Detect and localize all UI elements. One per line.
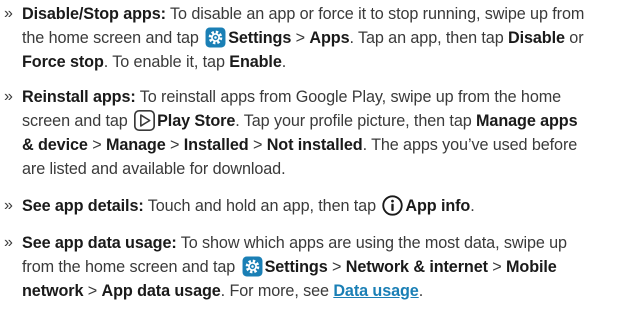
item-text: . Tap an app, then tap bbox=[349, 29, 508, 47]
manage-label: Manage bbox=[105, 136, 166, 154]
settings-gear-icon bbox=[242, 256, 263, 277]
installed-label: Installed bbox=[183, 136, 249, 154]
item-text: . bbox=[470, 197, 475, 215]
bullet: » bbox=[4, 197, 13, 214]
list-item-disable-stop-apps: » Disable/Stop apps: To disable an app o… bbox=[0, 2, 622, 74]
settings-gear-icon bbox=[205, 27, 226, 48]
play-store-label: Play Store bbox=[157, 112, 236, 130]
disable-label: Disable bbox=[508, 29, 565, 47]
item-text: . To enable it, tap bbox=[103, 53, 230, 71]
separator: > bbox=[327, 258, 346, 276]
bullet: » bbox=[4, 88, 13, 105]
apps-label: Apps bbox=[309, 29, 350, 47]
item-title: See app details: bbox=[22, 197, 144, 215]
network-internet-label: Network & internet bbox=[345, 258, 488, 276]
app-info-label: App info bbox=[405, 197, 471, 215]
item-text: . bbox=[281, 53, 287, 71]
separator: > bbox=[291, 29, 310, 47]
force-stop-label: Force stop bbox=[22, 53, 104, 71]
data-usage-link[interactable]: Data usage bbox=[333, 282, 418, 300]
list-item-reinstall-apps: » Reinstall apps: To reinstall apps from… bbox=[0, 85, 622, 181]
enable-label: Enable bbox=[229, 53, 282, 71]
bullet: » bbox=[4, 5, 13, 22]
bullet: » bbox=[4, 234, 13, 251]
help-list: » Disable/Stop apps: To disable an app o… bbox=[0, 0, 622, 303]
play-store-icon bbox=[134, 110, 156, 131]
settings-label: Settings bbox=[264, 258, 328, 276]
item-text: . For more, see bbox=[220, 282, 334, 300]
item-text: Touch and hold an app, then tap bbox=[143, 197, 381, 215]
settings-label: Settings bbox=[228, 29, 292, 47]
separator: > bbox=[487, 258, 507, 276]
separator: > bbox=[248, 136, 267, 154]
item-title: Reinstall apps: bbox=[22, 88, 136, 106]
item-text: or bbox=[564, 29, 584, 47]
app-data-usage-label: App data usage bbox=[101, 282, 221, 300]
item-text: . Tap your profile picture, then tap bbox=[235, 112, 477, 130]
separator: > bbox=[165, 136, 184, 154]
list-item-see-app-details: » See app details: Touch and hold an app… bbox=[0, 194, 622, 218]
info-icon bbox=[382, 195, 404, 216]
separator: > bbox=[83, 282, 102, 300]
item-text: . bbox=[418, 282, 424, 300]
item-title: Disable/Stop apps: bbox=[22, 5, 166, 23]
item-title: See app data usage: bbox=[22, 234, 177, 252]
not-installed-label: Not installed bbox=[266, 136, 363, 154]
list-item-see-app-data-usage: » See app data usage: To show which apps… bbox=[0, 231, 622, 303]
separator: > bbox=[87, 136, 106, 154]
